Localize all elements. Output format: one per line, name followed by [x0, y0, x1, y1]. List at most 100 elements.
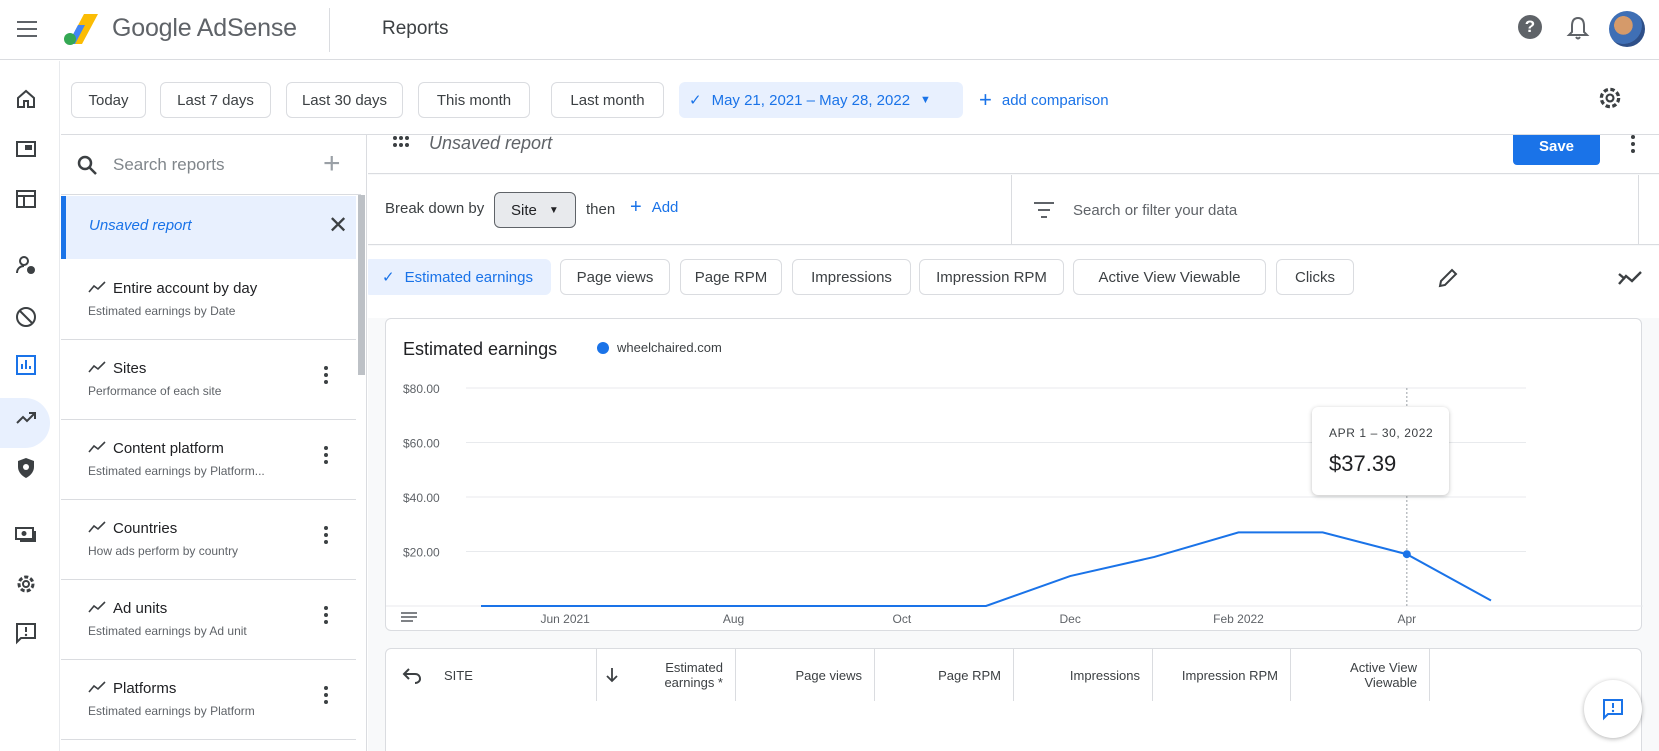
unsaved-report-label: Unsaved report: [89, 217, 192, 234]
close-icon[interactable]: ✕: [328, 211, 348, 240]
add-comparison-label: add comparison: [1001, 91, 1109, 109]
metric-chip-impression-rpm[interactable]: Impression RPM: [919, 259, 1064, 295]
reports-icon[interactable]: [12, 351, 40, 379]
report-header: Unsaved report Save: [368, 135, 1659, 174]
sparkline-icon: [88, 601, 106, 613]
adsense-logo-icon: [64, 14, 98, 45]
new-report-plus-icon[interactable]: +: [323, 149, 341, 179]
sparkline-icon: [88, 681, 106, 693]
avatar[interactable]: [1609, 11, 1645, 47]
report-main: Unsaved report Save Break down by Site ▼…: [368, 135, 1659, 751]
saved-report-item[interactable]: Sites Performance of each site: [61, 340, 356, 420]
column-header-page-views[interactable]: Page views: [736, 649, 875, 701]
column-header-site[interactable]: SITE: [386, 649, 597, 701]
column-header-impression-rpm[interactable]: Impression RPM: [1153, 649, 1291, 701]
saved-report-item[interactable]: Countries How ads perform by country: [61, 500, 356, 580]
add-breakdown-button[interactable]: + Add: [630, 197, 678, 217]
feedback-fab[interactable]: [1584, 680, 1642, 738]
date-range-selector[interactable]: ✓ May 21, 2021 – May 28, 2022 ▼: [679, 82, 963, 118]
more-options-icon[interactable]: [323, 446, 329, 468]
feedback-icon[interactable]: [12, 619, 40, 647]
saved-report-subtitle: Estimated earnings by Platform...: [88, 464, 265, 478]
edit-pencil-icon[interactable]: [1437, 267, 1459, 289]
page-title: Reports: [382, 18, 449, 39]
sites-icon[interactable]: [12, 185, 40, 213]
menu-icon[interactable]: [14, 16, 40, 42]
tooltip-date: APR 1 – 30, 2022: [1329, 426, 1434, 440]
column-header-page-rpm[interactable]: Page RPM: [875, 649, 1014, 701]
add-comparison-button[interactable]: + add comparison: [979, 82, 1109, 118]
home-icon[interactable]: [12, 85, 40, 113]
tooltip-value: $37.39: [1329, 451, 1397, 476]
metric-chip-page-views[interactable]: Page views: [560, 259, 670, 295]
saved-report-subtitle: Estimated earnings by Date: [88, 304, 236, 318]
metric-chip-estimated-earnings[interactable]: ✓ Estimated earnings: [368, 259, 551, 295]
date-preset-last-30-days[interactable]: Last 30 days: [286, 82, 403, 118]
date-preset-last-7-days[interactable]: Last 7 days: [160, 82, 271, 118]
report-name[interactable]: Unsaved report: [429, 135, 552, 154]
column-header-estimated-earnings[interactable]: Estimated earnings *: [597, 649, 736, 701]
breakdown-dimension-select[interactable]: Site ▼: [494, 192, 576, 228]
column-header-active-view-viewable[interactable]: Active View Viewable: [1291, 649, 1430, 701]
saved-report-title: Ad units: [113, 600, 168, 617]
more-options-icon[interactable]: [1630, 135, 1636, 153]
filter-data-input[interactable]: [1073, 195, 1493, 225]
sidebar-scrollbar[interactable]: [358, 195, 365, 375]
more-options-icon[interactable]: [323, 606, 329, 628]
unsaved-report-item[interactable]: Unsaved report ✕: [61, 196, 356, 259]
divider: [1638, 175, 1639, 245]
divider: [1011, 175, 1012, 245]
date-preset-today[interactable]: Today: [71, 82, 146, 118]
blocking-controls-icon[interactable]: [12, 303, 40, 331]
metric-chip-clicks[interactable]: Clicks: [1276, 259, 1354, 295]
report-search-row: +: [61, 135, 361, 195]
more-options-icon[interactable]: [323, 686, 329, 708]
earnings-line-chart[interactable]: $80.00 $60.00 $40.00 $20.00 Jun 2021 Aug Oct De…: [386, 319, 1643, 632]
saved-report-subtitle: Performance of each site: [88, 384, 222, 398]
saved-report-item[interactable]: Ad units Estimated earnings by Ad unit: [61, 580, 356, 660]
save-button[interactable]: Save: [1513, 135, 1600, 165]
search-reports-input[interactable]: [113, 151, 313, 179]
sparkline-icon: [88, 441, 106, 453]
settings-icon[interactable]: [12, 570, 40, 598]
help-icon[interactable]: ?: [1518, 15, 1542, 39]
search-icon: [77, 155, 97, 175]
x-tick-label: Apr: [1397, 612, 1416, 626]
metric-chip-impressions[interactable]: Impressions: [792, 259, 911, 295]
view-table-icon[interactable]: [401, 612, 417, 624]
chart-toggle-icon[interactable]: [1617, 267, 1643, 289]
column-header-impressions[interactable]: Impressions: [1014, 649, 1153, 701]
sparkline-icon: [88, 521, 106, 533]
payments-icon[interactable]: [12, 520, 40, 548]
y-tick-label: $80.00: [403, 382, 440, 396]
x-tick-label: Aug: [723, 612, 744, 626]
chart-card: Estimated earnings wheelchaired.com $80.…: [385, 318, 1643, 632]
optimization-trend-icon[interactable]: [12, 404, 40, 432]
more-options-icon[interactable]: [323, 366, 329, 388]
breakdown-label: Break down by: [385, 200, 485, 217]
ads-icon[interactable]: [12, 135, 40, 163]
then-label: then: [586, 201, 616, 218]
chart-tooltip: APR 1 – 30, 2022 $37.39: [1312, 407, 1449, 495]
metric-chip-active-view-viewable[interactable]: Active View Viewable: [1073, 259, 1266, 295]
saved-report-item[interactable]: Platforms Estimated earnings by Platform: [61, 660, 356, 740]
brand-name: Google AdSense: [112, 14, 297, 42]
saved-report-title: Content platform: [113, 440, 224, 457]
date-preset-last-month[interactable]: Last month: [551, 82, 664, 118]
more-options-icon[interactable]: [323, 526, 329, 548]
saved-report-item[interactable]: Content platform Estimated earnings by Pl…: [61, 420, 356, 500]
date-range-label: May 21, 2021 – May 28, 2022: [711, 91, 911, 109]
report-settings-gear-icon[interactable]: [1597, 85, 1623, 111]
breakdown-value: Site: [511, 201, 537, 219]
metric-chip-page-rpm[interactable]: Page RPM: [680, 259, 782, 295]
saved-report-subtitle: Estimated earnings by Platform: [88, 704, 255, 718]
plus-icon: +: [979, 87, 992, 112]
y-tick-label: $20.00: [403, 546, 440, 560]
saved-report-item[interactable]: Entire account by day Estimated earnings …: [61, 260, 356, 340]
policy-center-icon[interactable]: [12, 454, 40, 482]
privacy-messaging-icon[interactable]: [12, 251, 40, 279]
x-tick-label: Oct: [892, 612, 911, 626]
date-preset-this-month[interactable]: This month: [418, 82, 530, 118]
drag-grid-icon[interactable]: [392, 135, 410, 149]
notifications-bell-icon[interactable]: [1566, 15, 1590, 41]
